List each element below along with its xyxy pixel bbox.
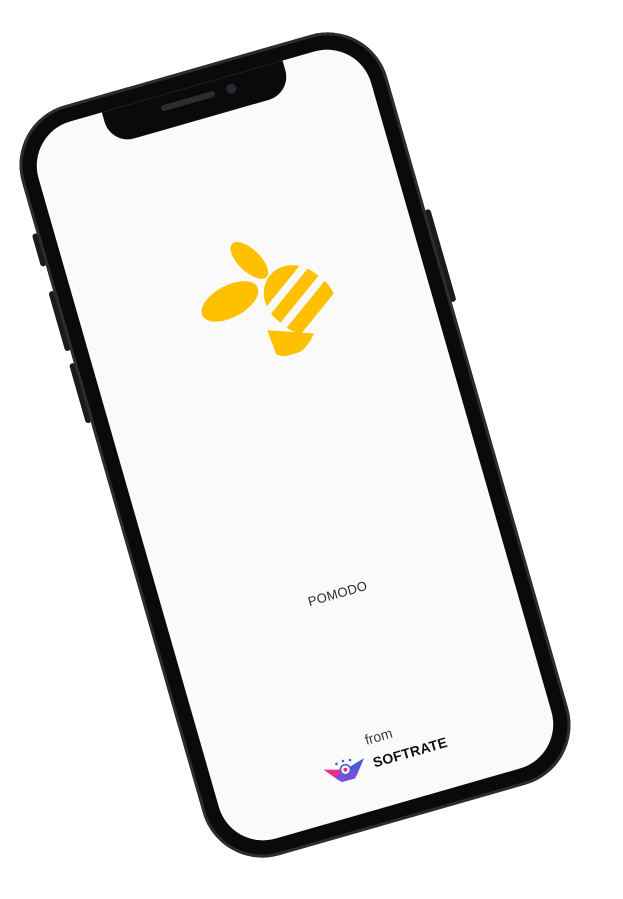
front-camera [225,82,238,95]
phone-mockup: POMODO from SOFTRATE [4,17,586,873]
developer-credit: from SOFTRATE [210,681,556,823]
app-name: POMODO [306,577,369,610]
bee-icon [201,241,334,357]
mockup-stage: POMODO from SOFTRATE [0,0,623,899]
speaker-grille [160,90,216,112]
from-label: from [362,724,395,748]
